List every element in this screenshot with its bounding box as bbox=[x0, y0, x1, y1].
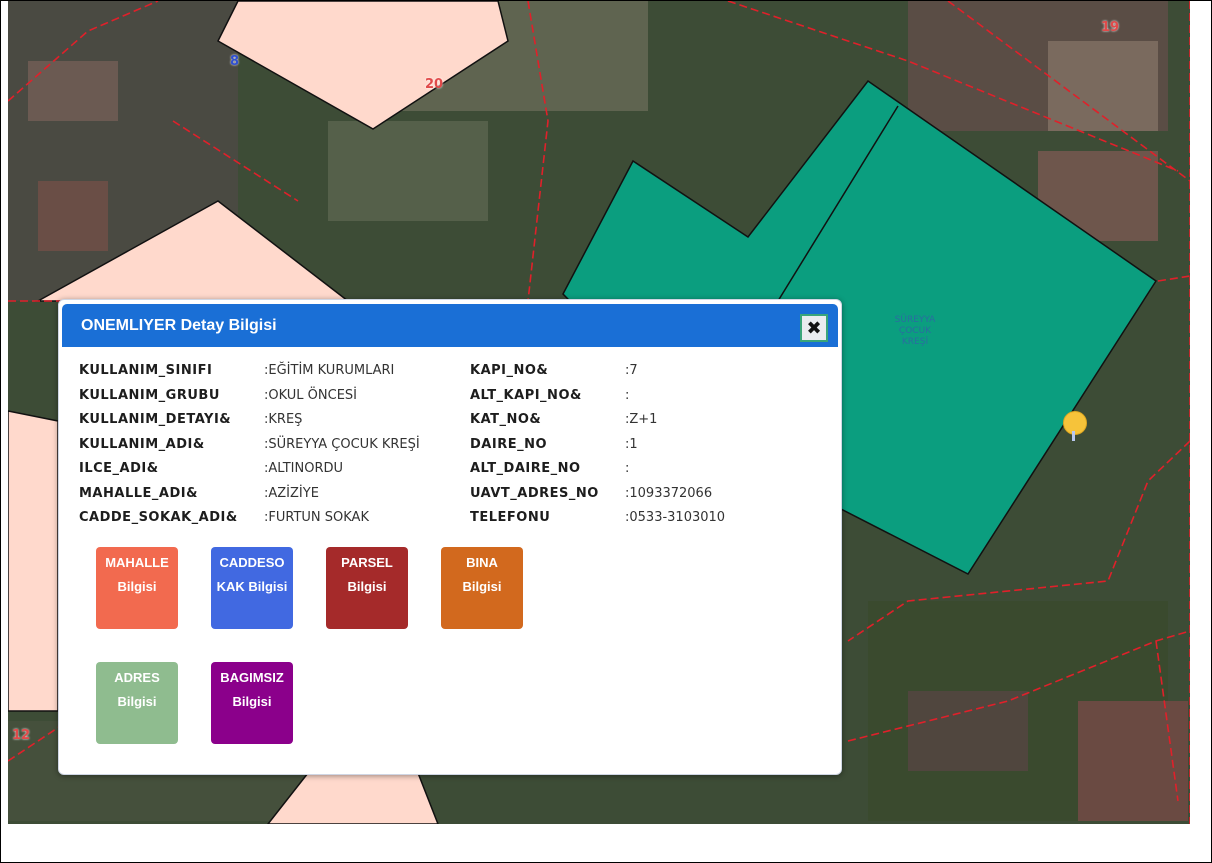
marker-pin bbox=[1072, 431, 1075, 441]
field-key: DAIRE_NO bbox=[470, 437, 548, 452]
caddesokak-info-button[interactable]: CADDESO KAK Bilgisi bbox=[211, 547, 293, 629]
field-key: KULLANIM_SINIFI bbox=[79, 363, 213, 378]
adres-info-button[interactable]: ADRES Bilgisi bbox=[96, 662, 178, 744]
field-value: :AZİZİYE bbox=[264, 486, 319, 501]
field-key: CADDE_SOKAK_ADI& bbox=[79, 510, 238, 525]
parsel-info-button[interactable]: PARSEL Bilgisi bbox=[326, 547, 408, 629]
button-line2: Bilgisi bbox=[232, 694, 272, 709]
field-row: ILCE_ADI& bbox=[79, 459, 159, 479]
field-value: :FURTUN SOKAK bbox=[264, 510, 369, 525]
field-value-row: :SÜREYYA ÇOCUK KREŞİ bbox=[264, 435, 420, 455]
field-value-row: :1 bbox=[625, 435, 638, 455]
bina-info-button[interactable]: BINA Bilgisi bbox=[441, 547, 523, 629]
field-key: ALT_DAIRE_NO bbox=[470, 461, 581, 476]
field-row: ALT_KAPI_NO& bbox=[470, 386, 582, 406]
field-row: MAHALLE_ADI& bbox=[79, 484, 198, 504]
popup-title: ONEMLIYER Detay Bilgisi bbox=[81, 317, 277, 334]
field-row: KAT_NO& bbox=[470, 410, 541, 430]
field-value: :1093372066 bbox=[625, 486, 713, 501]
field-value-row: :AZİZİYE bbox=[264, 484, 319, 504]
parcel-number-label: 12 bbox=[12, 728, 31, 743]
field-value-row: : bbox=[625, 386, 629, 406]
button-line2: Bilgisi bbox=[117, 579, 157, 594]
button-line2: Bilgisi bbox=[117, 694, 157, 709]
mahalle-info-button[interactable]: MAHALLE Bilgisi bbox=[96, 547, 178, 629]
field-value: :0533-3103010 bbox=[625, 510, 726, 525]
field-value-row: :7 bbox=[625, 361, 638, 381]
field-value-row: :OKUL ÖNCESİ bbox=[264, 386, 357, 406]
detail-popup: ONEMLIYER Detay Bilgisi ✖ KULLANIM_SINIF… bbox=[58, 299, 842, 775]
field-value-row: :Z+1 bbox=[625, 410, 657, 430]
building-name-label: SÜREYYA ÇOCUK KREŞİ bbox=[894, 315, 936, 347]
field-key: KULLANIM_ADI& bbox=[79, 437, 205, 452]
button-line1: BINA bbox=[466, 555, 498, 570]
button-line2: KAK Bilgisi bbox=[216, 579, 288, 594]
field-value: :7 bbox=[625, 363, 638, 378]
field-row: KULLANIM_ADI& bbox=[79, 435, 205, 455]
bagimsiz-info-button[interactable]: BAGIMSIZ Bilgisi bbox=[211, 662, 293, 744]
field-value-row: :KREŞ bbox=[264, 410, 302, 430]
field-key: KAT_NO& bbox=[470, 412, 542, 427]
close-icon: ✖ bbox=[806, 317, 822, 339]
field-value-row: :0533-3103010 bbox=[625, 508, 725, 528]
parcel-number-label: 20 bbox=[425, 77, 444, 92]
field-row: DAIRE_NO bbox=[470, 435, 547, 455]
field-value: :ALTINORDU bbox=[264, 461, 344, 476]
close-button[interactable]: ✖ bbox=[800, 314, 828, 342]
button-line1: BAGIMSIZ bbox=[220, 670, 284, 685]
field-value: :EĞİTİM KURUMLARI bbox=[264, 363, 395, 378]
button-line2: Bilgisi bbox=[347, 579, 387, 594]
field-value: : bbox=[625, 461, 630, 476]
field-row: UAVT_ADRES_NO bbox=[470, 484, 599, 504]
field-value: :SÜREYYA ÇOCUK KREŞİ bbox=[264, 437, 420, 452]
field-value-row: :FURTUN SOKAK bbox=[264, 508, 369, 528]
popup-header: ONEMLIYER Detay Bilgisi ✖ bbox=[62, 304, 838, 347]
field-row: CADDE_SOKAK_ADI& bbox=[79, 508, 238, 528]
field-row: ALT_DAIRE_NO bbox=[470, 459, 581, 479]
button-line2: Bilgisi bbox=[462, 579, 502, 594]
field-value-row: :1093372066 bbox=[625, 484, 712, 504]
field-row: KULLANIM_GRUBU bbox=[79, 386, 220, 406]
field-key: UAVT_ADRES_NO bbox=[470, 486, 599, 501]
button-line1: PARSEL bbox=[341, 555, 393, 570]
field-row: TELEFONU bbox=[470, 508, 550, 528]
field-key: MAHALLE_ADI& bbox=[79, 486, 198, 501]
field-value-row: : bbox=[625, 459, 629, 479]
field-key: KULLANIM_DETAYI& bbox=[79, 412, 232, 427]
field-row: KULLANIM_DETAYI& bbox=[79, 410, 231, 430]
field-value: :KREŞ bbox=[264, 412, 303, 427]
field-key: KULLANIM_GRUBU bbox=[79, 388, 220, 403]
field-row: KULLANIM_SINIFI bbox=[79, 361, 212, 381]
field-key: KAPI_NO& bbox=[470, 363, 549, 378]
field-key: ILCE_ADI& bbox=[79, 461, 159, 476]
field-row: KAPI_NO& bbox=[470, 361, 548, 381]
button-line1: MAHALLE bbox=[105, 555, 169, 570]
field-key: ALT_KAPI_NO& bbox=[470, 388, 582, 403]
button-line1: ADRES bbox=[114, 670, 160, 685]
parcel-number-label: 8 bbox=[230, 54, 240, 69]
parcel-number-label: 19 bbox=[1101, 20, 1120, 35]
field-value-row: :EĞİTİM KURUMLARI bbox=[264, 361, 394, 381]
field-value: :OKUL ÖNCESİ bbox=[264, 388, 358, 403]
button-line1: CADDESO bbox=[219, 555, 285, 570]
location-marker-icon[interactable] bbox=[1063, 411, 1087, 435]
field-value: : bbox=[625, 388, 630, 403]
field-value: :Z+1 bbox=[625, 412, 658, 427]
field-value-row: :ALTINORDU bbox=[264, 459, 343, 479]
field-key: TELEFONU bbox=[470, 510, 551, 525]
field-value: :1 bbox=[625, 437, 638, 452]
